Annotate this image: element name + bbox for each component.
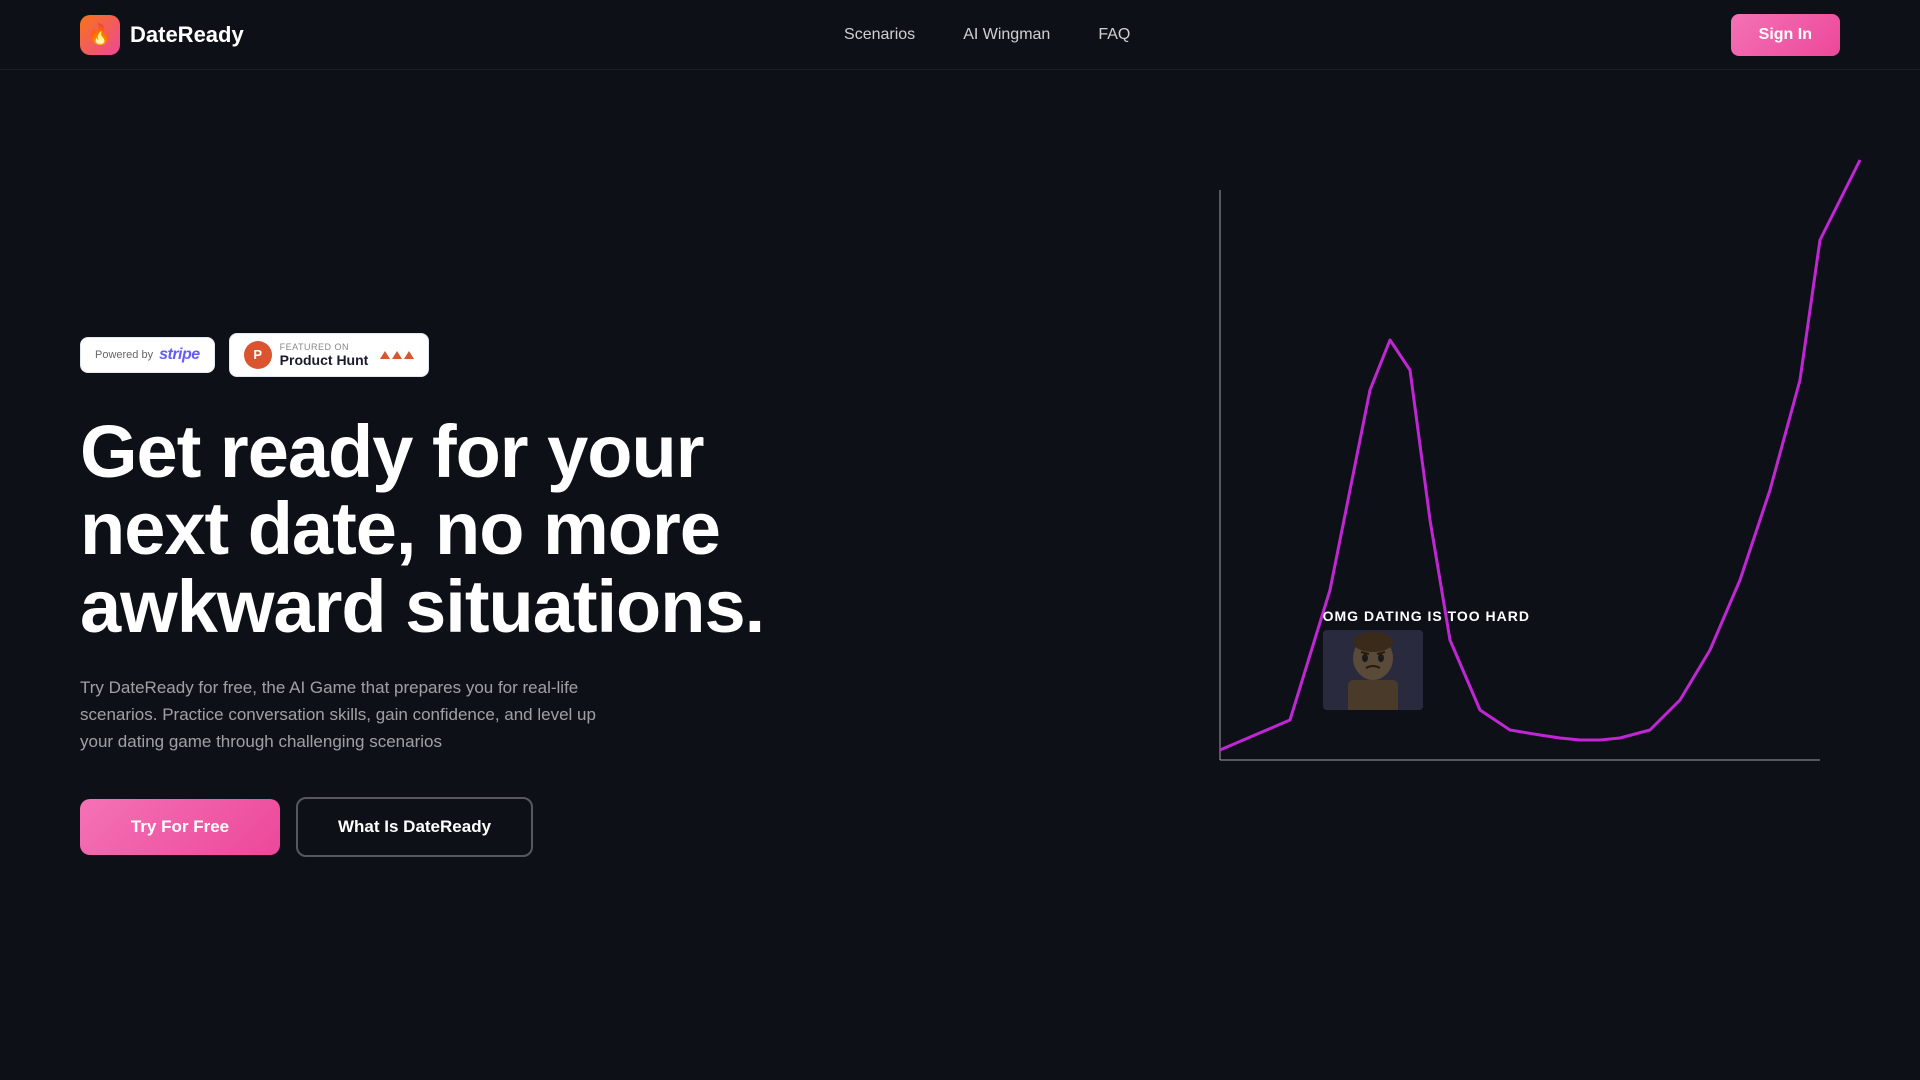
what-is-button[interactable]: What Is DateReady: [296, 797, 533, 857]
nav-scenarios[interactable]: Scenarios: [844, 26, 915, 44]
ph-upvote-icons: [380, 351, 414, 359]
hero-subtext: Try DateReady for free, the AI Game that…: [80, 674, 600, 756]
main-content: Powered by stripe P FEATURED ON Product …: [0, 70, 1920, 1080]
triangle-icon-3: [404, 351, 414, 359]
right-chart: OMG DATING IS TOO HARD: [920, 140, 1920, 840]
chart-svg: [920, 140, 1920, 840]
ph-logo-icon: P: [244, 341, 272, 369]
meme-tooltip: OMG DATING IS TOO HARD: [1323, 608, 1530, 710]
ph-featured-on-label: FEATURED ON: [280, 342, 369, 352]
stripe-name-label: stripe: [159, 346, 200, 364]
heading-line1: Get ready for your: [80, 410, 704, 493]
ph-name-label: Product Hunt: [280, 352, 369, 368]
navbar: 🔥 DateReady Scenarios AI Wingman FAQ Sig…: [0, 0, 1920, 70]
stripe-powered-by-label: Powered by: [95, 349, 153, 361]
triangle-icon-2: [392, 351, 402, 359]
nav-faq[interactable]: FAQ: [1098, 26, 1130, 44]
cta-row: Try For Free What Is DateReady: [80, 797, 830, 857]
heading-line3: awkward situations.: [80, 565, 764, 648]
meme-label: OMG DATING IS TOO HARD: [1323, 608, 1530, 624]
logo[interactable]: 🔥 DateReady: [80, 15, 244, 55]
triangle-icon-1: [380, 351, 390, 359]
hero-left: Powered by stripe P FEATURED ON Product …: [80, 293, 830, 858]
nav-ai-wingman[interactable]: AI Wingman: [963, 26, 1050, 44]
heading-line2: next date, no more: [80, 487, 720, 570]
try-free-button[interactable]: Try For Free: [80, 799, 280, 855]
badge-row: Powered by stripe P FEATURED ON Product …: [80, 333, 830, 377]
hero-heading: Get ready for your next date, no more aw…: [80, 413, 830, 646]
nav-links: Scenarios AI Wingman FAQ: [844, 26, 1130, 44]
sign-in-button[interactable]: Sign In: [1731, 14, 1840, 56]
logo-icon: 🔥: [80, 15, 120, 55]
stripe-badge: Powered by stripe: [80, 337, 215, 373]
logo-text: DateReady: [130, 22, 244, 48]
product-hunt-badge: P FEATURED ON Product Hunt: [229, 333, 430, 377]
meme-image: [1323, 630, 1423, 710]
ph-text: FEATURED ON Product Hunt: [280, 342, 369, 368]
